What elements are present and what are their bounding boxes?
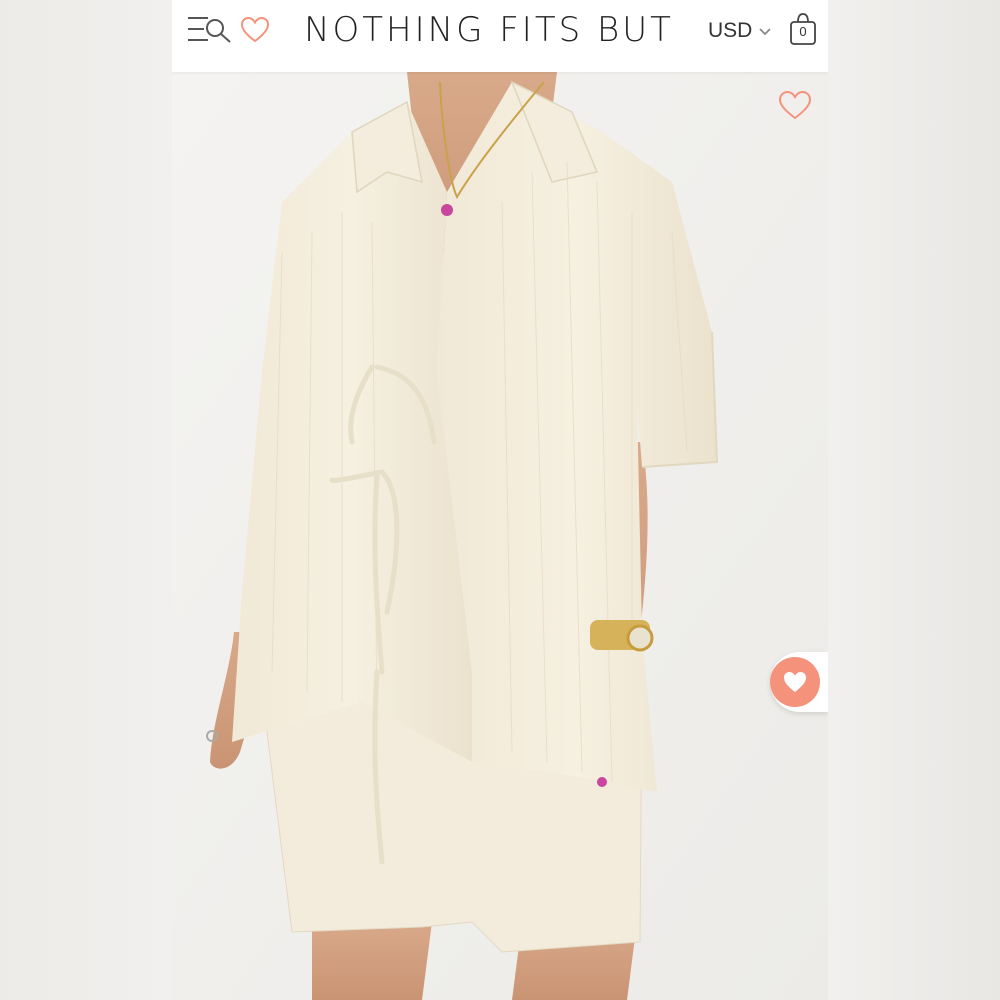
top-header: NOTHING FITS BUT USD 0 [172,0,828,72]
app-screen: NOTHING FITS BUT USD 0 [172,0,828,1000]
chevron-down-icon [758,19,772,43]
right-backdrop [828,0,1000,1000]
left-backdrop [0,0,172,1000]
currency-label: USD [708,19,753,42]
cart-button[interactable]: 0 [788,12,818,46]
brand-logo[interactable]: NOTHING FITS BUT [304,10,674,50]
product-wishlist-heart-icon[interactable] [778,90,812,122]
currency-selector[interactable]: USD [708,18,772,44]
wishlist-heart-icon[interactable] [240,16,270,44]
floating-like-tab [770,652,828,712]
menu-search-icon[interactable] [186,12,234,48]
product-photo[interactable] [172,72,828,1000]
cart-count-badge: 0 [799,24,807,39]
heart-filled-icon [784,672,806,692]
like-button[interactable] [770,657,820,707]
